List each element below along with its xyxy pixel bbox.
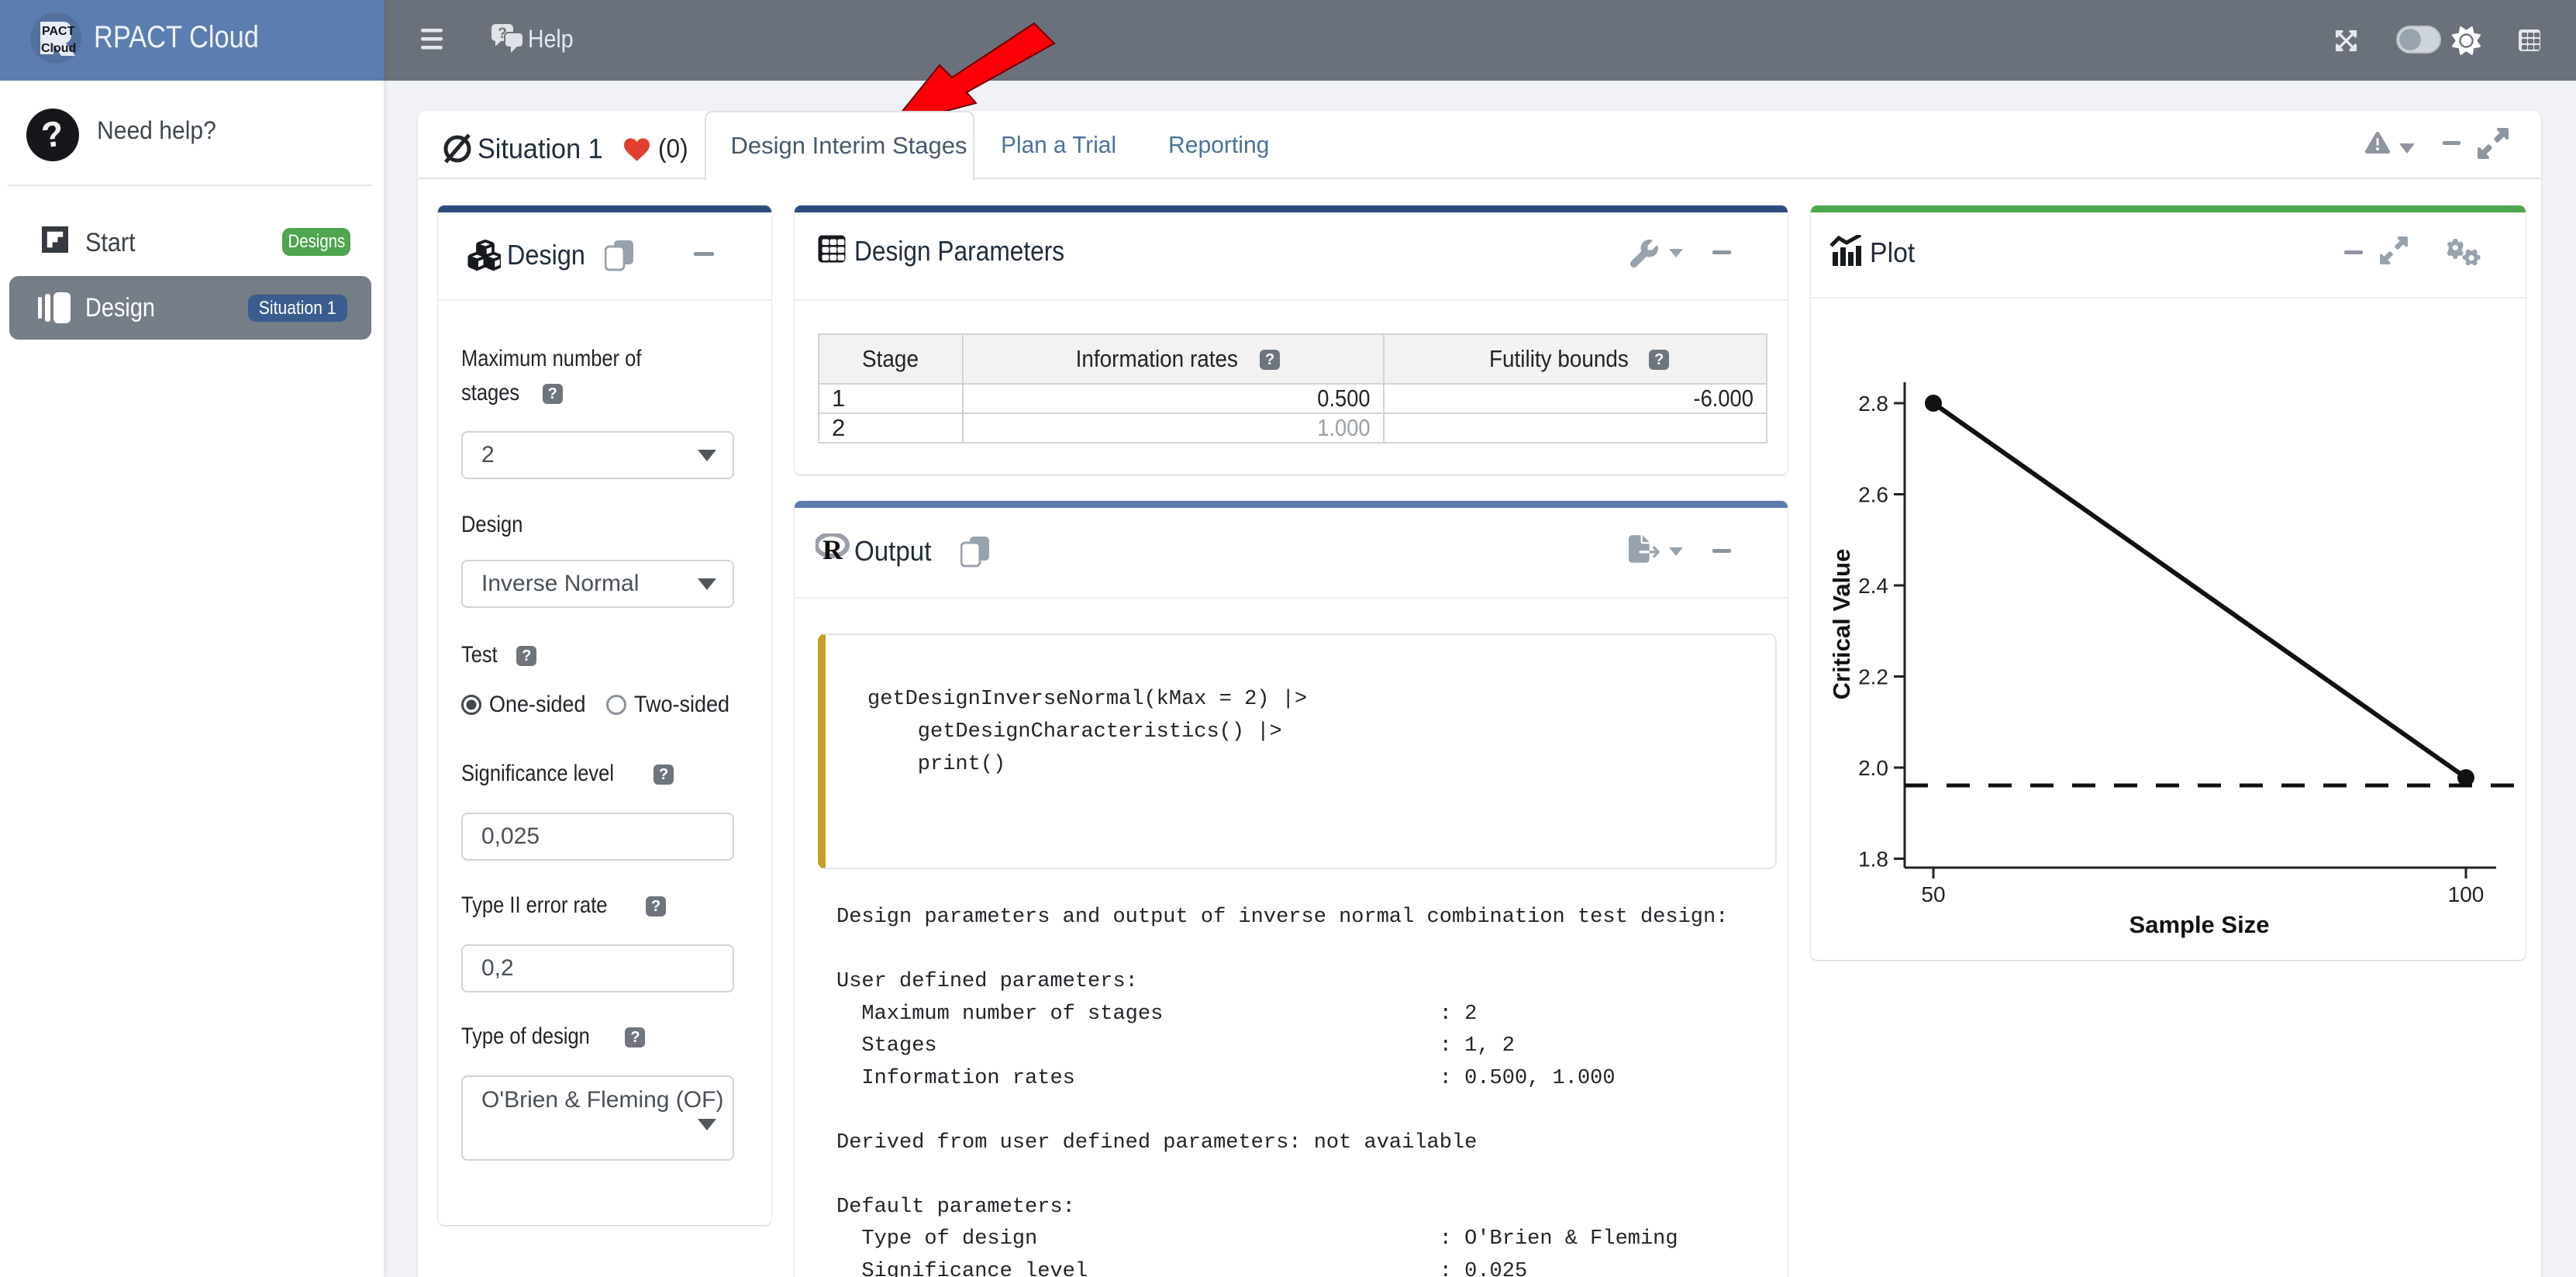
svg-text:2.8: 2.8 bbox=[1858, 392, 1888, 416]
svg-text:100: 100 bbox=[2448, 882, 2485, 906]
svg-text:2.4: 2.4 bbox=[1858, 574, 1888, 598]
svg-text:Critical Value: Critical Value bbox=[1828, 549, 1855, 700]
svg-text:Cloud: Cloud bbox=[41, 42, 76, 55]
svg-text:2.2: 2.2 bbox=[1858, 665, 1888, 689]
svg-text:PACT: PACT bbox=[42, 25, 75, 38]
svg-text:2.6: 2.6 bbox=[1858, 483, 1888, 507]
svg-text:R: R bbox=[822, 534, 843, 561]
svg-text:2.0: 2.0 bbox=[1858, 756, 1888, 780]
svg-text:50: 50 bbox=[1921, 882, 1945, 906]
svg-text:1.8: 1.8 bbox=[1858, 847, 1888, 871]
svg-text:Sample Size: Sample Size bbox=[2129, 911, 2270, 938]
